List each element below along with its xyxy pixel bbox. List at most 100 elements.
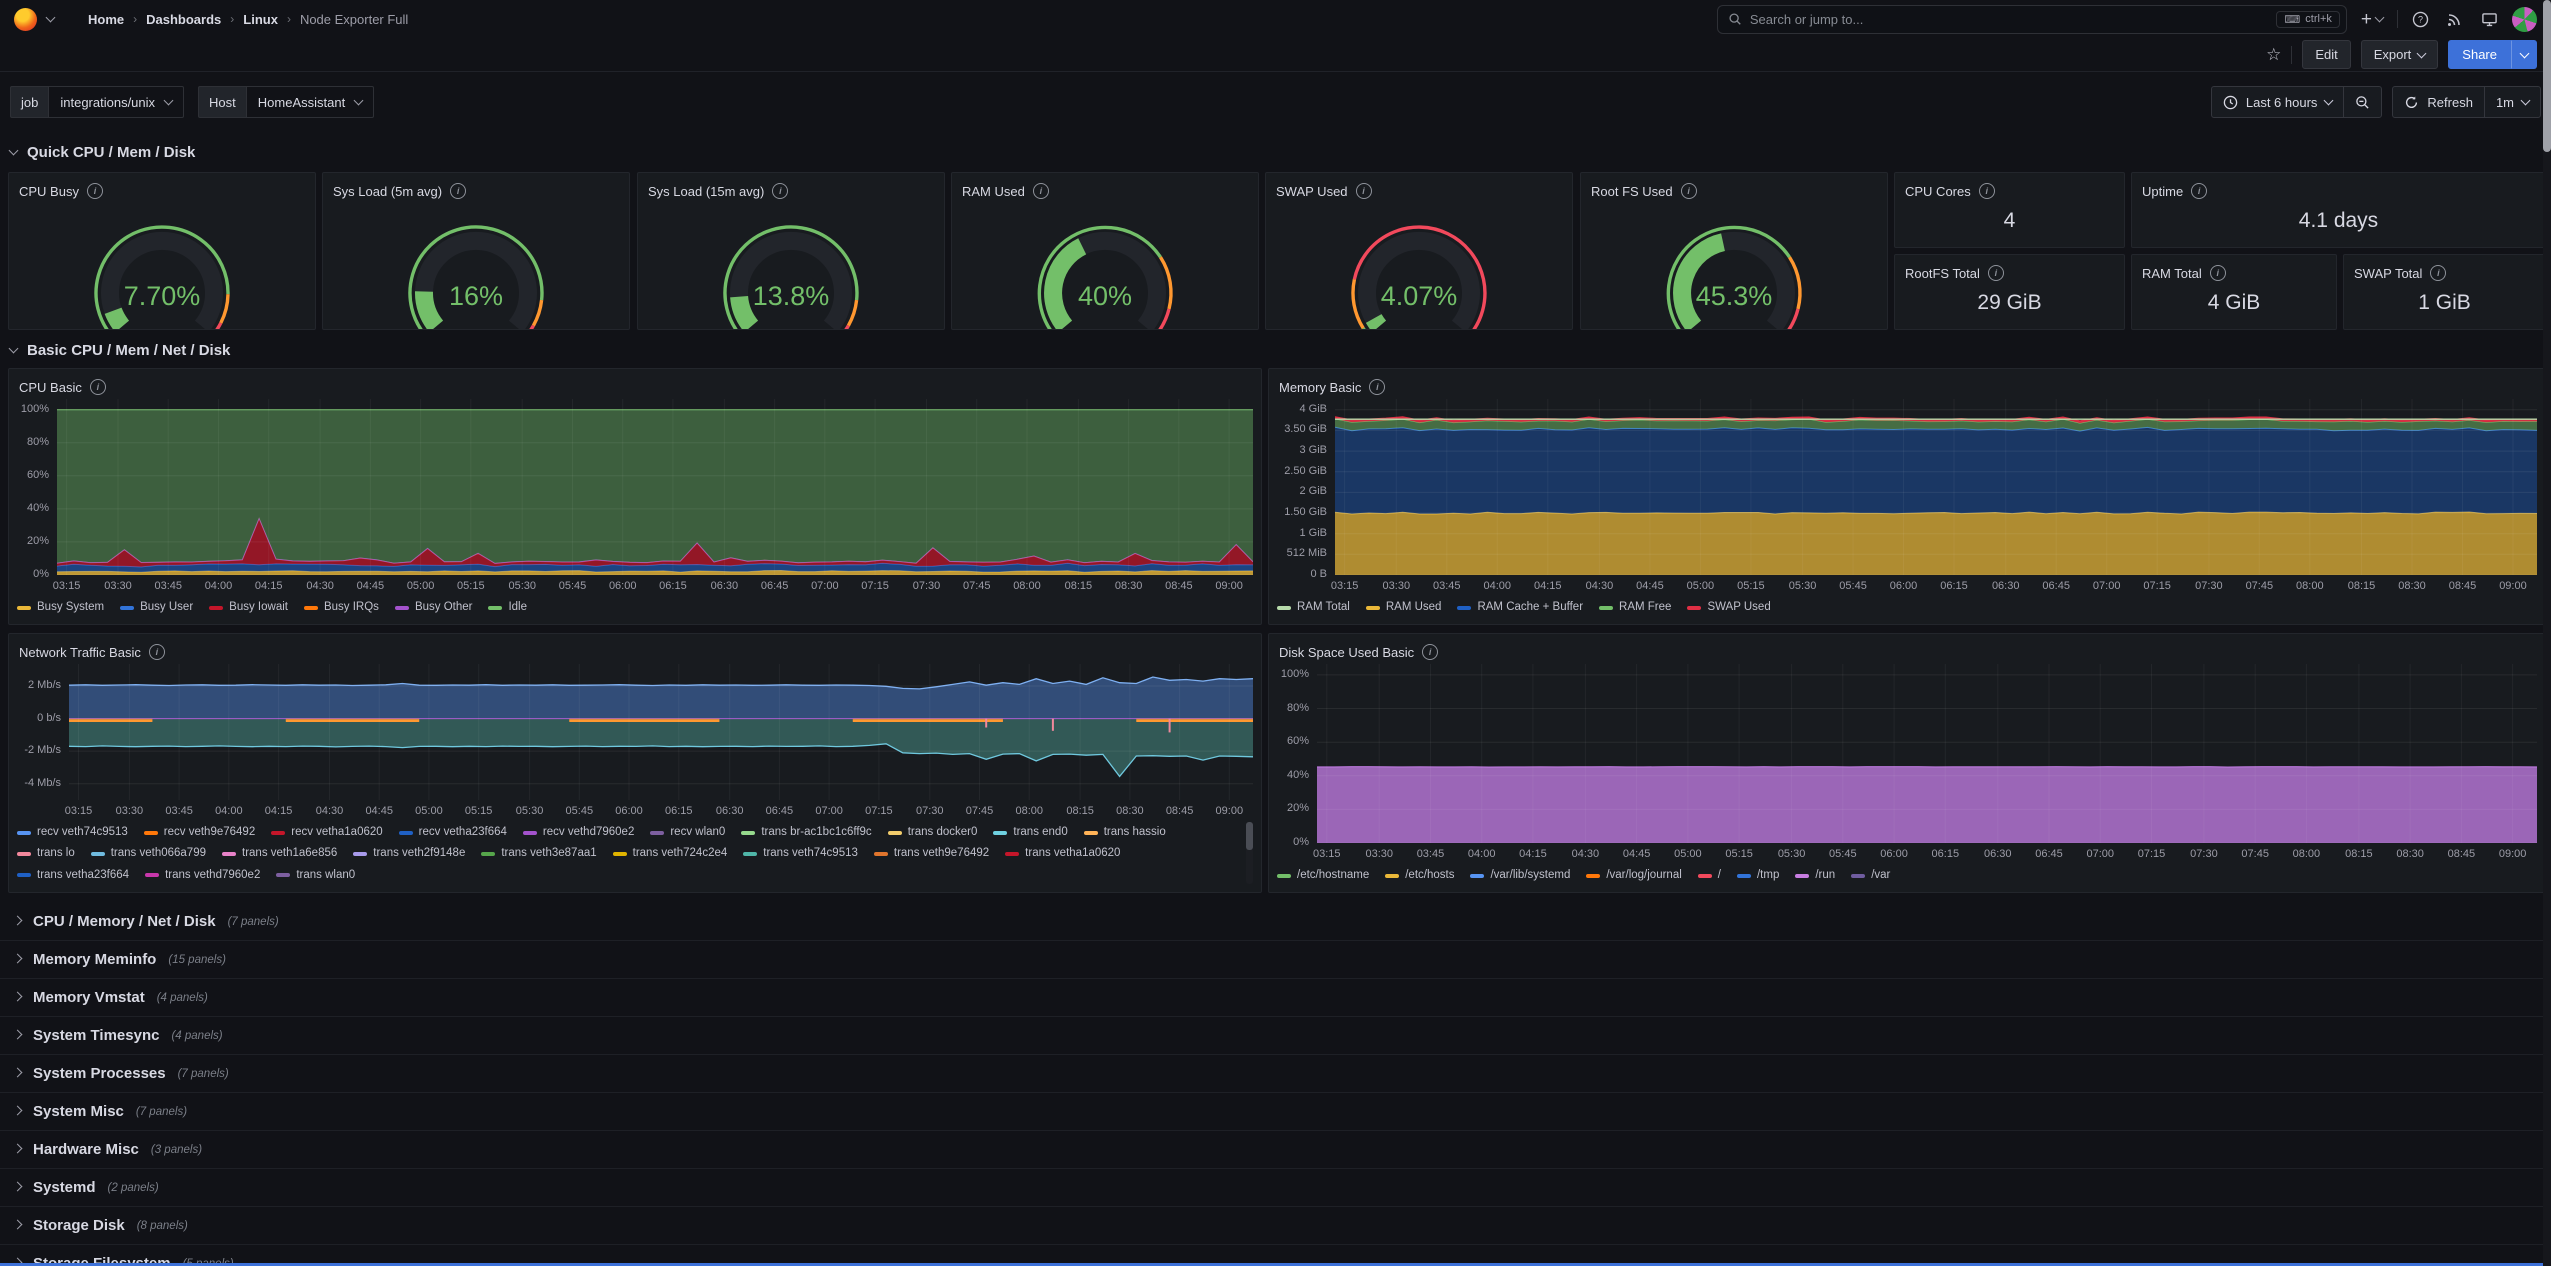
info-icon[interactable]: i [2430, 265, 2446, 281]
panel-header[interactable]: Disk Space Used Basic i [1269, 634, 2545, 666]
panel-title[interactable]: Sys Load (15m avg) [648, 184, 764, 199]
info-icon[interactable]: i [149, 644, 165, 660]
legend-item[interactable]: trans vetha23f664 [17, 865, 129, 886]
legend-item[interactable]: trans veth1a6e856 [222, 843, 337, 864]
panel-title[interactable]: Root FS Used [1591, 184, 1673, 199]
panel-header[interactable]: Sys Load (5m avg) i [323, 173, 629, 205]
panel-title[interactable]: Network Traffic Basic [19, 645, 141, 660]
panel-header[interactable]: Sys Load (15m avg) i [638, 173, 944, 205]
info-icon[interactable]: i [1422, 644, 1438, 660]
legend-item[interactable]: trans br-ac1bc1c6ff9c [741, 822, 871, 843]
legend-item[interactable]: recv veth74c9513 [17, 822, 128, 843]
info-icon[interactable]: i [2210, 265, 2226, 281]
info-icon[interactable]: i [1681, 183, 1697, 199]
info-icon[interactable]: i [1979, 183, 1995, 199]
info-icon[interactable]: i [450, 183, 466, 199]
edit-button[interactable]: Edit [2302, 40, 2350, 69]
legend-item[interactable]: Idle [488, 597, 527, 618]
section-quick-cpu-mem-disk[interactable]: Quick CPU / Mem / Disk [0, 140, 195, 164]
panel-title[interactable]: RAM Used [962, 184, 1025, 199]
legend-item[interactable]: recv vethd7960e2 [523, 822, 634, 843]
legend-item[interactable]: RAM Free [1599, 597, 1671, 618]
legend-item[interactable]: RAM Used [1366, 597, 1442, 618]
chart-plot[interactable] [1335, 399, 2537, 575]
legend-item[interactable]: /tmp [1737, 865, 1779, 886]
panel-header[interactable]: SWAP Used i [1266, 173, 1572, 205]
collapsed-row-hardware-misc[interactable]: Hardware Misc(3 panels) [0, 1131, 2551, 1169]
grafana-logo[interactable] [14, 8, 37, 31]
panel-title[interactable]: CPU Busy [19, 184, 79, 199]
help-icon[interactable]: ? [2408, 11, 2433, 28]
legend-item[interactable]: trans vetha1a0620 [1005, 843, 1120, 864]
legend-item[interactable]: Busy System [17, 597, 104, 618]
chart-plot[interactable] [1317, 664, 2537, 843]
legend-item[interactable]: Busy IRQs [304, 597, 379, 618]
panel-title[interactable]: CPU Basic [19, 380, 82, 395]
time-range-picker[interactable]: Last 6 hours [2212, 87, 2344, 117]
chart-area[interactable]: 0%20%40%60%80%100% [1277, 664, 2537, 843]
legend-item[interactable]: trans lo [17, 843, 75, 864]
info-icon[interactable]: i [1033, 183, 1049, 199]
chart-plot[interactable] [69, 664, 1253, 800]
section-basic-cpu-mem-net-disk[interactable]: Basic CPU / Mem / Net / Disk [0, 338, 230, 362]
legend-item[interactable]: /var/lib/systemd [1470, 865, 1570, 886]
variable-host-select[interactable]: HomeAssistant [246, 86, 374, 118]
legend-item[interactable]: / [1698, 865, 1721, 886]
panel-title[interactable]: RootFS Total [1905, 266, 1980, 281]
collapsed-row-system-processes[interactable]: System Processes(7 panels) [0, 1055, 2551, 1093]
collapsed-row-memory-meminfo[interactable]: Memory Meminfo(15 panels) [0, 941, 2551, 979]
chart-area[interactable]: 2 Mb/s0 b/s-2 Mb/s-4 Mb/s [17, 664, 1253, 800]
panel-title[interactable]: CPU Cores [1905, 184, 1971, 199]
chart-area[interactable]: 0%20%40%60%80%100% [17, 399, 1253, 575]
legend-item[interactable]: recv veth9e76492 [144, 822, 255, 843]
breadcrumb-dashboards[interactable]: Dashboards [146, 12, 221, 27]
panel-header[interactable]: Memory Basic i [1269, 369, 2545, 401]
legend-item[interactable]: trans wlan0 [276, 865, 355, 886]
legend-item[interactable]: trans veth724c2e4 [613, 843, 728, 864]
refresh-interval-select[interactable]: 1m [2485, 87, 2540, 117]
panel-header[interactable]: Root FS Used i [1581, 173, 1887, 205]
panel-title[interactable]: SWAP Used [1276, 184, 1348, 199]
info-icon[interactable]: i [1369, 379, 1385, 395]
collapsed-row-system-misc[interactable]: System Misc(7 panels) [0, 1093, 2551, 1131]
panel-title[interactable]: Disk Space Used Basic [1279, 645, 1414, 660]
refresh-button[interactable]: Refresh [2393, 87, 2484, 117]
legend-item[interactable]: trans vethd7960e2 [145, 865, 260, 886]
variable-job-select[interactable]: integrations/unix [48, 86, 184, 118]
legend-item[interactable]: SWAP Used [1687, 597, 1770, 618]
news-rss-icon[interactable] [2443, 11, 2467, 27]
panel-header[interactable]: CPU Busy i [9, 173, 315, 205]
breadcrumb-home[interactable]: Home [88, 12, 124, 27]
org-switcher-chevron-icon[interactable] [46, 13, 56, 23]
zoom-out-button[interactable] [2344, 87, 2381, 117]
info-icon[interactable]: i [1356, 183, 1372, 199]
info-icon[interactable]: i [2191, 183, 2207, 199]
search-input[interactable]: Search or jump to... ⌨ ctrl+k [1717, 5, 2347, 34]
legend-item[interactable]: /etc/hostname [1277, 865, 1369, 886]
info-icon[interactable]: i [87, 183, 103, 199]
legend-item[interactable]: trans docker0 [888, 822, 978, 843]
legend-item[interactable]: trans veth2f9148e [353, 843, 465, 864]
page-scrollbar[interactable] [2543, 0, 2551, 1266]
legend-item[interactable]: /var/log/journal [1586, 865, 1681, 886]
export-button[interactable]: Export [2361, 40, 2439, 69]
chart-area[interactable]: 0 B512 MiB1 GiB1.50 GiB2 GiB2.50 GiB3 Gi… [1277, 399, 2537, 575]
collapsed-row-system-timesync[interactable]: System Timesync(4 panels) [0, 1017, 2551, 1055]
legend-item[interactable]: recv wlan0 [650, 822, 725, 843]
legend-item[interactable]: trans hassio [1084, 822, 1166, 843]
add-new-button[interactable]: + [2357, 10, 2387, 29]
share-dropdown-button[interactable] [2511, 40, 2537, 69]
legend-item[interactable]: RAM Total [1277, 597, 1350, 618]
legend-item[interactable]: /var [1851, 865, 1890, 886]
info-icon[interactable]: i [772, 183, 788, 199]
collapsed-row-cpu-memory-net-disk[interactable]: CPU / Memory / Net / Disk(7 panels) [0, 903, 2551, 941]
panel-title[interactable]: Uptime [2142, 184, 2183, 199]
collapsed-row-systemd[interactable]: Systemd(2 panels) [0, 1169, 2551, 1207]
share-button[interactable]: Share [2448, 40, 2511, 69]
breadcrumb-linux[interactable]: Linux [243, 12, 278, 27]
legend-item[interactable]: Busy Other [395, 597, 473, 618]
legend-item[interactable]: recv vetha23f664 [399, 822, 507, 843]
panel-header[interactable]: Network Traffic Basic i [9, 634, 1261, 666]
user-avatar[interactable] [2512, 7, 2537, 32]
panel-title[interactable]: Sys Load (5m avg) [333, 184, 442, 199]
